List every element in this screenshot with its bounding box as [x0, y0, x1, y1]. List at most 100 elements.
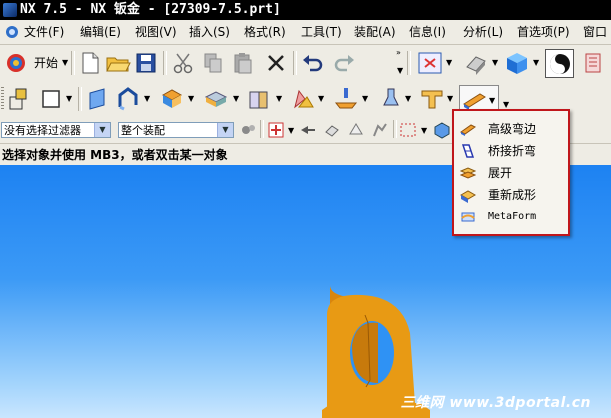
- menu-window[interactable]: 窗口: [583, 20, 607, 44]
- orient-dropdown-arrow[interactable]: ▼: [533, 59, 540, 67]
- advanced-flange-dropdown-arrow[interactable]: ▼: [489, 96, 495, 105]
- save-button[interactable]: [132, 49, 160, 77]
- separator: [293, 51, 297, 75]
- body-select-icon: [349, 123, 363, 135]
- orient-view-button[interactable]: [503, 49, 531, 77]
- menu-bar: 文件(F) 编辑(E) 视图(V) 插入(S) 格式(R) 工具(T) 装配(A…: [0, 20, 611, 45]
- cutout-icon: [204, 91, 228, 107]
- chevron-down-icon: ▼: [94, 123, 110, 137]
- menu-assemblies[interactable]: 装配(A): [354, 20, 396, 44]
- rectangle-select-button[interactable]: [398, 120, 418, 140]
- eraser-icon: [325, 125, 339, 137]
- separator: [260, 120, 264, 138]
- new-file-button[interactable]: [76, 49, 104, 77]
- type-filter-value: 没有选择过滤器: [4, 124, 81, 137]
- sketch-button[interactable]: [6, 85, 34, 113]
- menu-information[interactable]: 信息(I): [409, 20, 446, 44]
- select-body-button[interactable]: [346, 120, 366, 140]
- undo-button[interactable]: [299, 49, 327, 77]
- fit-view-icon: [418, 52, 442, 74]
- type-filter-select[interactable]: 没有选择过滤器 ▼: [1, 122, 111, 138]
- toolbar-overflow-chevron[interactable]: »: [396, 49, 403, 57]
- cube-view-icon: [507, 53, 527, 74]
- general-selection-filter-button[interactable]: [238, 120, 258, 140]
- select-face-button[interactable]: [322, 120, 342, 140]
- tab-dropdown-arrow[interactable]: ▼: [66, 95, 73, 103]
- fit-view-button[interactable]: [416, 49, 444, 77]
- rib-button[interactable]: [376, 85, 404, 113]
- menu-item-label: MetaForm: [488, 211, 537, 222]
- toolbar-options-arrow[interactable]: ▼: [397, 67, 404, 75]
- menu-tools[interactable]: 工具(T): [301, 20, 342, 44]
- start-dropdown-arrow[interactable]: ▼: [62, 59, 69, 67]
- view-dropdown-arrow[interactable]: ▼: [446, 59, 453, 67]
- tab-form-button[interactable]: [418, 85, 446, 113]
- layer-settings-button[interactable]: [580, 49, 608, 77]
- paste-button[interactable]: [229, 49, 257, 77]
- cut-out-button[interactable]: [202, 85, 230, 113]
- menu-insert[interactable]: 插入(S): [189, 20, 230, 44]
- render-dropdown-arrow[interactable]: ▼: [492, 59, 499, 67]
- flange-icon: [89, 88, 105, 110]
- copy-button[interactable]: [199, 49, 227, 77]
- bend-dropdown-arrow[interactable]: ▼: [276, 95, 283, 103]
- menu-item-advanced-flange[interactable]: 高级弯边: [460, 119, 564, 139]
- separator: [78, 87, 82, 111]
- render-style-button[interactable]: [462, 49, 490, 77]
- separator: [407, 51, 411, 75]
- cue-line-text: 选择对象并使用 MB3，或者双击某一对象: [2, 148, 228, 162]
- object-select-button[interactable]: [432, 120, 452, 140]
- chevron-down-icon: ▼: [217, 123, 233, 137]
- menu-item-label: 展开: [488, 166, 513, 180]
- rib-dropdown-arrow[interactable]: ▼: [405, 95, 412, 103]
- title-bar: NX 7.5 - NX 钣金 - [27309-7.5.prt]: [0, 0, 611, 20]
- menu-format[interactable]: 格式(R): [244, 20, 286, 44]
- paste-icon: [234, 53, 252, 74]
- menu-item-rebend[interactable]: 重新成形: [460, 185, 564, 205]
- menu-preferences[interactable]: 首选项(P): [517, 20, 570, 44]
- contour-flange-button[interactable]: [114, 85, 142, 113]
- menu-view[interactable]: 视图(V): [135, 20, 177, 44]
- menu-item-label: 高级弯边: [488, 122, 537, 136]
- delete-x-icon: [268, 55, 284, 71]
- filter-gears-icon: [242, 125, 255, 134]
- delete-button[interactable]: [262, 49, 290, 77]
- stiffener-dropdown-arrow[interactable]: ▼: [318, 95, 325, 103]
- punch-dropdown-arrow[interactable]: ▼: [362, 95, 369, 103]
- flange-dropdown-arrow[interactable]: ▼: [144, 95, 151, 103]
- menu-analysis[interactable]: 分析(L): [463, 20, 503, 44]
- tab-button[interactable]: [38, 85, 66, 113]
- menu-edit[interactable]: 编辑(E): [80, 20, 121, 44]
- copy-icon: [204, 53, 222, 73]
- rectangle-dropdown-arrow[interactable]: ▼: [421, 127, 428, 135]
- snap-point-button[interactable]: [266, 120, 286, 140]
- punch-button[interactable]: [332, 85, 360, 113]
- tab-form-dropdown-arrow[interactable]: ▼: [447, 95, 454, 103]
- snap-dropdown-arrow[interactable]: ▼: [288, 127, 295, 135]
- cutout-dropdown-arrow[interactable]: ▼: [233, 95, 240, 103]
- toolbar-grip[interactable]: [1, 87, 4, 111]
- redo-button[interactable]: [330, 49, 358, 77]
- corner-dropdown-arrow[interactable]: ▼: [188, 95, 195, 103]
- start-menu-button[interactable]: [4, 49, 32, 77]
- selection-scope-select[interactable]: 整个装配 ▼: [118, 122, 234, 138]
- menu-item-metaform[interactable]: MetaForm: [460, 207, 564, 227]
- row2-options-arrow[interactable]: ▼: [503, 101, 510, 109]
- bend-button[interactable]: [245, 85, 273, 113]
- flange-button[interactable]: [84, 85, 112, 113]
- cube-select-icon: [434, 122, 450, 139]
- background-button[interactable]: [545, 49, 574, 78]
- contour-flange-icon: [118, 87, 138, 111]
- redo-icon: [334, 55, 354, 72]
- stiffener-button[interactable]: [289, 85, 317, 113]
- start-label[interactable]: 开始: [34, 51, 58, 75]
- menu-file[interactable]: 文件(F): [24, 20, 64, 44]
- corner-button[interactable]: [158, 85, 186, 113]
- cut-button[interactable]: [169, 49, 197, 77]
- shaded-display-icon: [466, 56, 486, 75]
- select-component-button[interactable]: [370, 120, 390, 140]
- select-feature-button[interactable]: [298, 120, 318, 140]
- open-file-button[interactable]: [104, 49, 132, 77]
- menu-item-bridge-bend[interactable]: 桥接折弯: [460, 141, 564, 161]
- menu-item-unbend[interactable]: 展开: [460, 163, 564, 183]
